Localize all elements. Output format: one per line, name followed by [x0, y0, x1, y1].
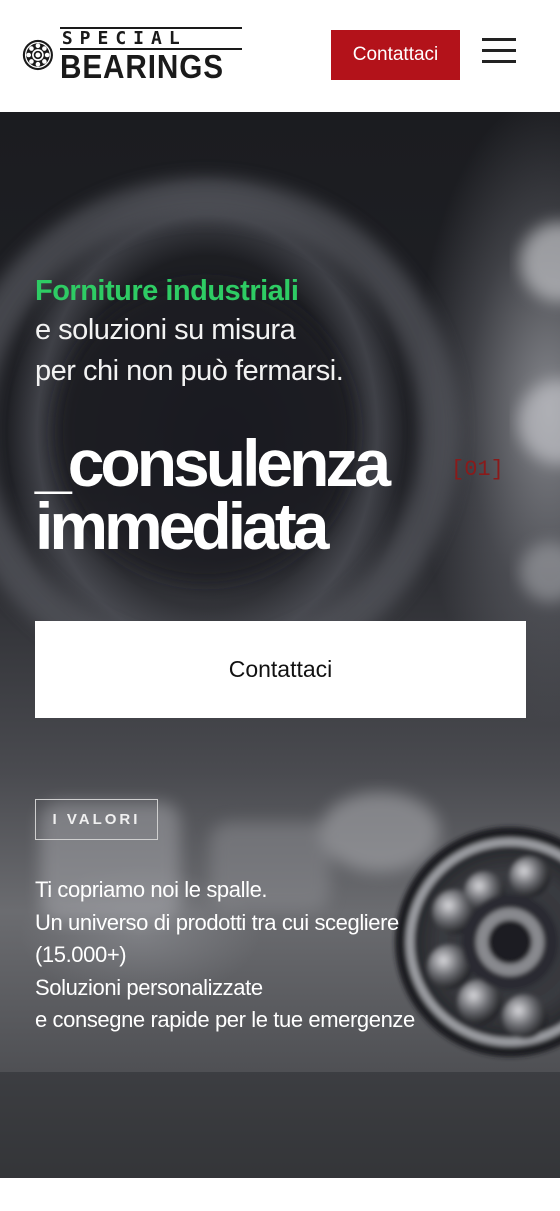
values-line: Soluzioni personalizzate: [35, 974, 263, 1000]
values-line: (15.000+): [35, 942, 127, 967]
hero-title-line: _consulenza: [35, 426, 391, 500]
header-contact-button[interactable]: Contattaci: [331, 30, 460, 80]
hamburger-menu-icon[interactable]: [480, 38, 518, 70]
hero-title-line: immediata: [35, 489, 329, 563]
values-line: Ti copriamo noi le spalle.: [35, 877, 268, 902]
slide-index-tag: [01]: [451, 457, 504, 482]
hero-section: Forniture industriali e soluzioni su mis…: [0, 112, 560, 1178]
page-bottom-area: [0, 1178, 560, 1211]
values-line: Un universo di prodotti tra cui sceglier…: [35, 909, 399, 935]
hero-tagline-line: e soluzioni su misura: [35, 314, 296, 346]
bearing-logo-icon: [22, 39, 53, 71]
menu-bar: [482, 60, 516, 63]
values-description: Ti copriamo noi le spalle. Un universo d…: [35, 874, 505, 1037]
hero-tagline-highlight: Forniture industriali: [35, 275, 299, 307]
logo-line-bearings: BEARINGS: [59, 47, 224, 85]
logo-wordmark: SPECIAL BEARINGS: [59, 26, 242, 85]
logo[interactable]: SPECIAL BEARINGS: [22, 16, 242, 94]
logo-line-special: SPECIAL: [59, 26, 242, 50]
menu-bar: [482, 38, 516, 41]
values-line: e consegne rapide per le tue emergenze: [35, 1007, 415, 1032]
hero-tagline-line: per chi non può fermarsi.: [35, 355, 344, 387]
hero-contact-button[interactable]: Contattaci: [35, 621, 526, 718]
menu-bar: [482, 49, 516, 52]
site-header: SPECIAL BEARINGS Contattaci: [0, 0, 560, 112]
values-badge: I VALORI: [35, 799, 158, 840]
